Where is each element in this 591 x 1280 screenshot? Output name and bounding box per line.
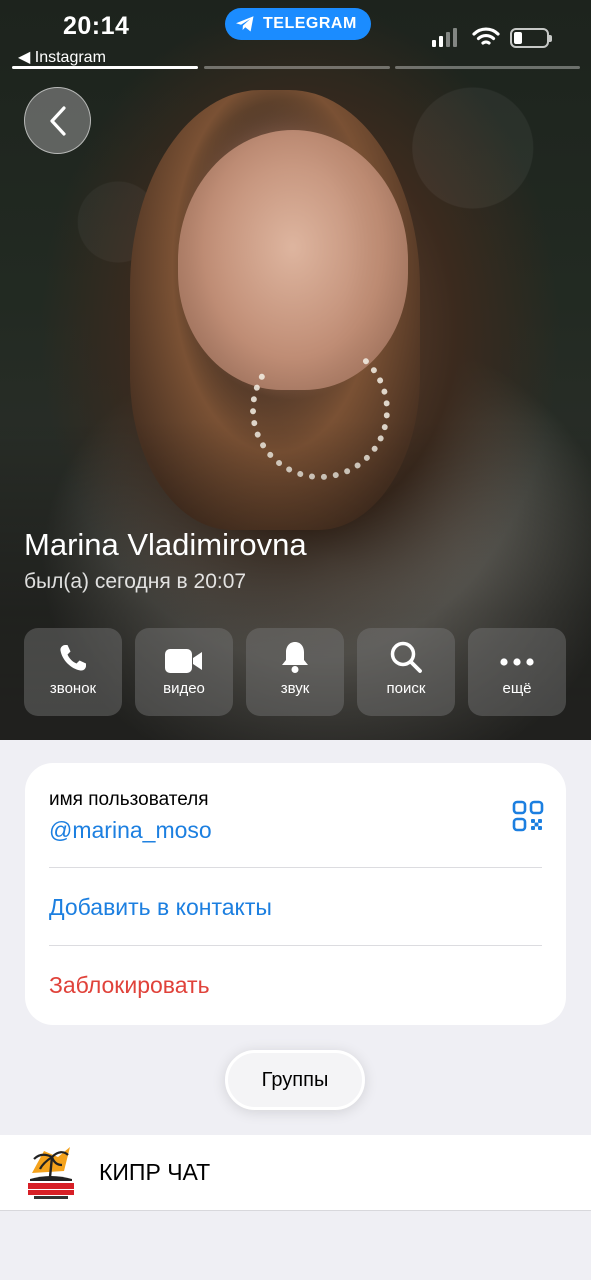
sound-button-label: звук	[280, 680, 310, 697]
divider	[49, 867, 542, 868]
username-label: имя пользователя	[49, 789, 209, 810]
username-link[interactable]: @marina_moso	[49, 817, 212, 844]
last-seen-status: был(а) сегодня в 20:07	[24, 570, 247, 593]
qr-code-icon[interactable]	[512, 800, 544, 832]
block-user-button[interactable]: Заблокировать	[49, 972, 210, 999]
divider	[49, 945, 542, 946]
video-button[interactable]: видео	[135, 628, 233, 716]
sound-button[interactable]: звук	[246, 628, 344, 716]
wifi-icon	[472, 27, 500, 45]
story-progress-segment	[12, 66, 198, 69]
phone-icon	[60, 645, 86, 671]
add-to-contacts-button[interactable]: Добавить в контакты	[49, 894, 272, 921]
chat-logo-icon	[28, 1147, 74, 1199]
call-button[interactable]: звонок	[24, 628, 122, 716]
back-to-app-link[interactable]: ◀ Instagram	[18, 47, 106, 67]
groups-list: КИПР ЧАТ	[0, 1135, 591, 1211]
status-bar: 20:14 ◀ Instagram TELEGRAM	[0, 0, 591, 70]
more-icon	[500, 658, 534, 666]
story-progress-segment	[395, 66, 580, 69]
telegram-pill-label: TELEGRAM	[263, 15, 357, 32]
back-button[interactable]	[24, 87, 91, 154]
profile-name: Marina Vladimirovna	[24, 527, 307, 562]
status-time: 20:14	[63, 12, 130, 40]
bell-icon	[282, 642, 308, 673]
info-card: имя пользователя @marina_moso Добавить в…	[25, 763, 566, 1025]
more-button-label: ещё	[502, 680, 532, 697]
more-button[interactable]: ещё	[468, 628, 566, 716]
video-button-label: видео	[163, 680, 205, 697]
tab-groups[interactable]: Группы	[225, 1050, 365, 1110]
chat-title: КИПР ЧАТ	[99, 1159, 211, 1185]
telegram-pill[interactable]: TELEGRAM	[225, 8, 371, 40]
profile-actions: звонок видео звук поиск ещё	[24, 628, 566, 716]
search-icon	[390, 641, 422, 673]
chevron-left-icon	[49, 105, 66, 136]
cellular-signal-icon	[432, 28, 457, 47]
telegram-icon	[236, 16, 254, 32]
call-button-label: звонок	[49, 680, 97, 697]
battery-icon	[510, 28, 552, 48]
video-camera-icon	[165, 649, 202, 673]
story-progress-segment	[204, 66, 390, 69]
search-button-label: поиск	[386, 680, 426, 697]
search-button[interactable]: поиск	[357, 628, 455, 716]
